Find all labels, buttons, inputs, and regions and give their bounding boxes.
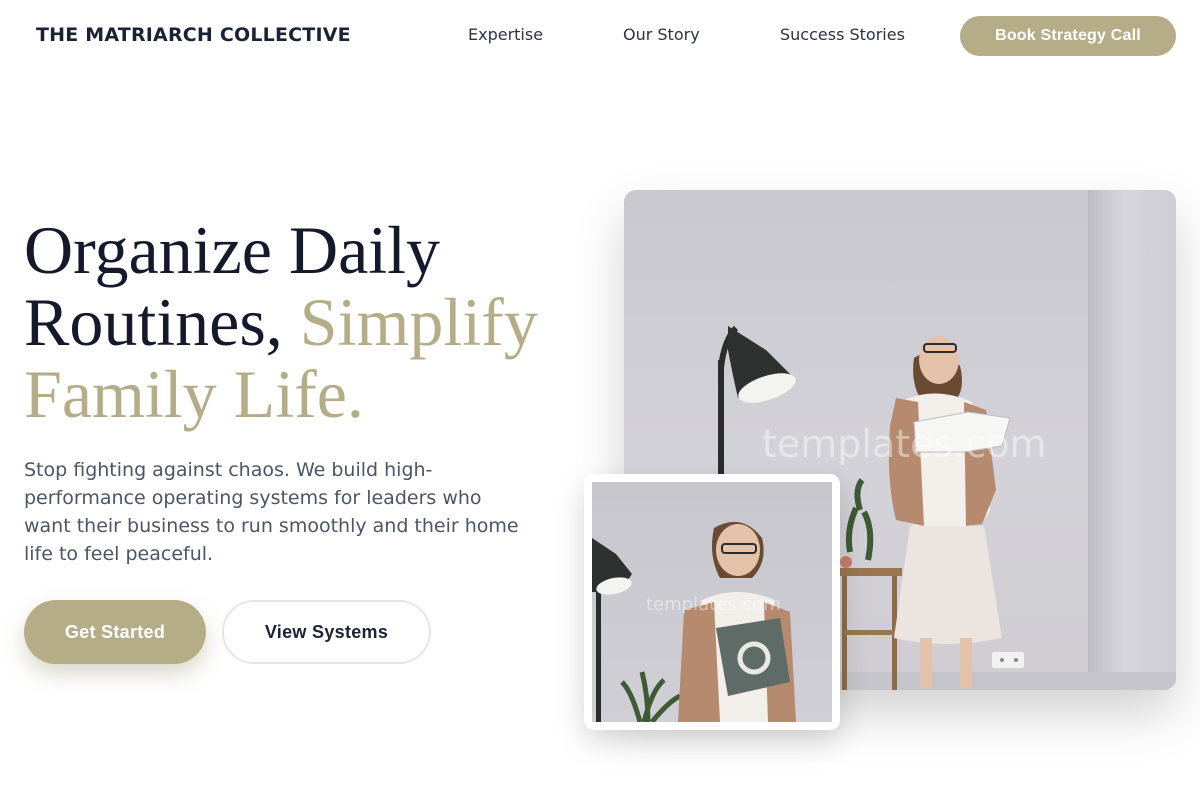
hero-title-accent-1: Simplify [299, 284, 538, 360]
inset-photo-frame: templates.com [592, 482, 832, 722]
hero-title-line-2: Routines, [24, 284, 300, 360]
inset-plant [620, 671, 682, 722]
inset-woman [678, 521, 796, 722]
nav-link-success-stories[interactable]: Success Stories [780, 25, 905, 44]
nav-link-expertise[interactable]: Expertise [468, 25, 543, 44]
brand-logo[interactable]: THE MATRIARCH COLLECTIVE [36, 24, 351, 46]
hero-title-line-1: Organize Daily [24, 212, 441, 288]
hero-subtitle: Stop fighting against chaos. We build hi… [24, 459, 519, 565]
plant-shelf [838, 478, 902, 690]
hero-inset-photo: templates.com [584, 474, 840, 730]
watermark-main: templates.com [762, 422, 1047, 466]
wall-outlet [992, 652, 1024, 668]
hero-title: Organize Daily Routines, Simplify Family… [24, 214, 604, 430]
view-systems-button[interactable]: View Systems [222, 600, 431, 664]
inset-lamp [592, 538, 632, 722]
book-strategy-call-button[interactable]: Book Strategy Call [960, 16, 1176, 56]
get-started-button[interactable]: Get Started [24, 600, 206, 664]
nav-link-our-story[interactable]: Our Story [623, 25, 700, 44]
woman-figure [888, 336, 1011, 688]
hero-title-accent-2: Family Life. [24, 356, 364, 432]
watermark-inset: templates.com [646, 594, 781, 615]
